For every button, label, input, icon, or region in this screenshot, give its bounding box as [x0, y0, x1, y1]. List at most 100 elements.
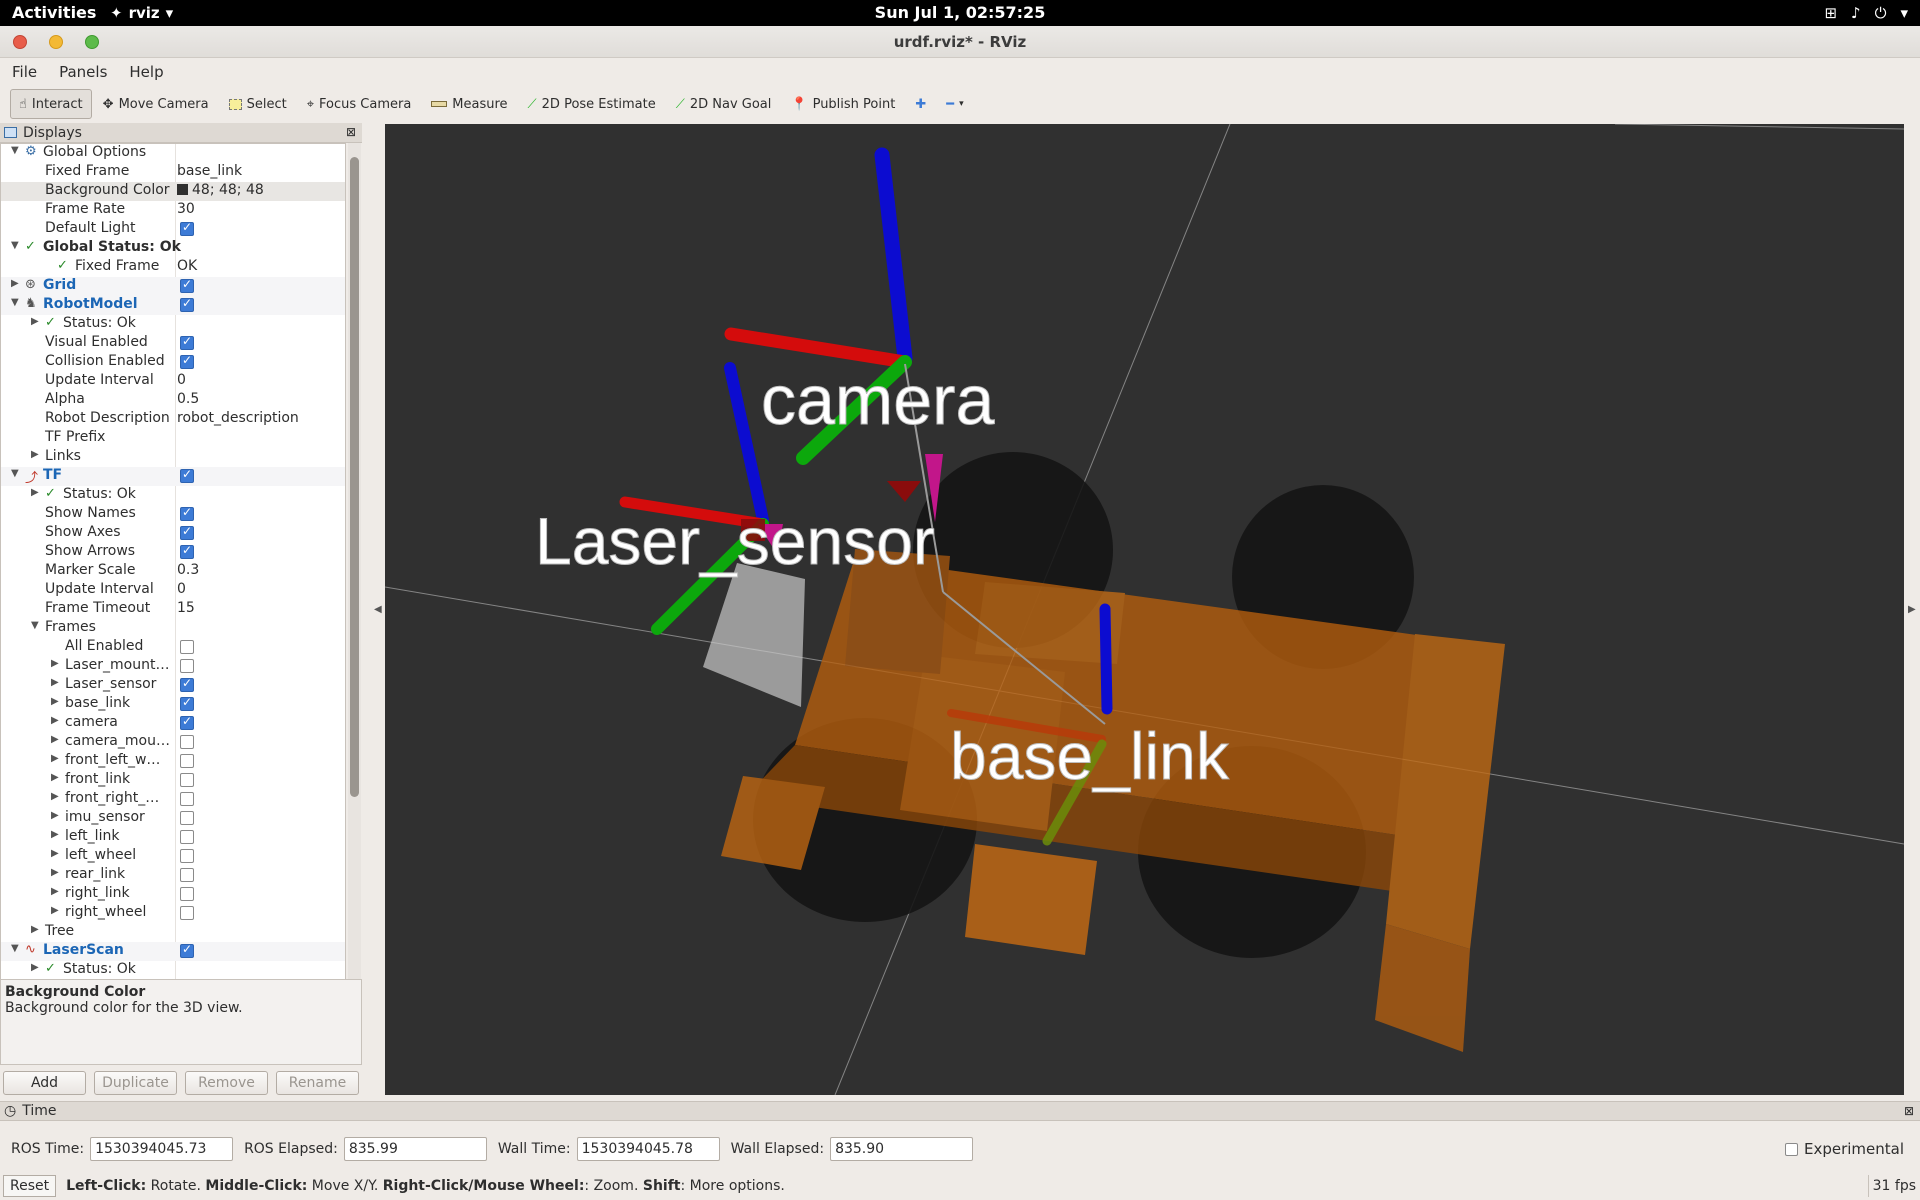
experimental-toggle[interactable]: Experimental: [1784, 1140, 1904, 1158]
frame-timeout-row[interactable]: Frame Timeout 15: [1, 600, 345, 619]
enable-checkbox[interactable]: [180, 811, 194, 825]
activities-button[interactable]: Activities: [12, 3, 96, 22]
enable-checkbox[interactable]: [180, 754, 194, 768]
enable-checkbox[interactable]: [180, 773, 194, 787]
tf-update-interval-row[interactable]: Update Interval 0: [1, 581, 345, 600]
expand-right-icon[interactable]: ▶: [51, 867, 59, 878]
frame-row[interactable]: ▶ imu_sensor: [1, 809, 345, 828]
global-options-row[interactable]: ▼ ⚙ Global Options: [1, 144, 345, 163]
close-panel-icon[interactable]: ⊠: [1904, 1104, 1914, 1118]
window-titlebar[interactable]: urdf.rviz* - RViz: [0, 26, 1920, 58]
frame-row[interactable]: ▶ right_wheel: [1, 904, 345, 923]
frame-row[interactable]: ▶ Laser_sensor: [1, 676, 345, 695]
enable-checkbox[interactable]: [180, 714, 194, 730]
menu-file[interactable]: File: [12, 63, 37, 81]
ros-elapsed-field[interactable]: 835.99: [343, 1137, 487, 1161]
color-swatch[interactable]: [177, 184, 188, 195]
enable-checkbox[interactable]: [180, 334, 194, 350]
enable-checkbox[interactable]: [180, 830, 194, 844]
all-enabled-row[interactable]: All Enabled: [1, 638, 345, 657]
frames-row[interactable]: ▼ Frames: [1, 619, 345, 638]
frame-row[interactable]: ▶ left_wheel: [1, 847, 345, 866]
enable-checkbox[interactable]: [180, 906, 194, 920]
property-value[interactable]: 15: [177, 600, 195, 616]
chevron-down-icon[interactable]: ▾: [1900, 4, 1908, 22]
expand-down-icon[interactable]: ▼: [11, 240, 19, 251]
fixed-frame-status-row[interactable]: ✓ Fixed Frame OK: [1, 258, 345, 277]
rename-display-button[interactable]: Rename: [276, 1071, 359, 1095]
wall-time-field[interactable]: 1530394045.78: [576, 1137, 720, 1161]
alpha-row[interactable]: Alpha 0.5: [1, 391, 345, 410]
frame-row[interactable]: ▶ rear_link: [1, 866, 345, 885]
frame-row[interactable]: ▶ camera_mou…: [1, 733, 345, 752]
close-panel-icon[interactable]: ⊠: [346, 125, 356, 139]
expand-right-icon[interactable]: ▶: [51, 905, 59, 916]
robotmodel-display-row[interactable]: ▼ ♞ RobotModel: [1, 296, 345, 315]
displays-tree[interactable]: ▼ ⚙ Global Options Fixed Frame base_link Back…: [0, 143, 346, 991]
scrollbar-thumb[interactable]: [350, 157, 359, 797]
enable-checkbox[interactable]: [180, 868, 194, 882]
collapse-left-panel-icon[interactable]: ◀: [374, 604, 382, 615]
default-light-row[interactable]: Default Light: [1, 220, 345, 239]
enable-checkbox[interactable]: [180, 676, 194, 692]
show-arrows-row[interactable]: Show Arrows: [1, 543, 345, 562]
select-tool-button[interactable]: Select: [220, 89, 296, 119]
frame-row[interactable]: ▶ right_link: [1, 885, 345, 904]
power-icon[interactable]: ⏻: [1875, 4, 1887, 22]
network-icon[interactable]: ⊞: [1824, 4, 1837, 22]
add-display-button[interactable]: Add: [3, 1071, 86, 1095]
enable-checkbox[interactable]: [180, 505, 194, 521]
expand-right-icon[interactable]: ▶: [31, 924, 39, 935]
enable-checkbox[interactable]: [180, 942, 194, 958]
measure-tool-button[interactable]: Measure: [422, 89, 516, 119]
enable-checkbox[interactable]: [180, 220, 194, 236]
update-interval-row[interactable]: Update Interval 0: [1, 372, 345, 391]
remove-display-button[interactable]: Remove: [185, 1071, 268, 1095]
enable-checkbox[interactable]: [180, 887, 194, 901]
expand-right-icon[interactable]: ▶: [51, 734, 59, 745]
expand-right-icon[interactable]: ▶: [51, 753, 59, 764]
add-tool-button[interactable]: ✚: [906, 89, 935, 119]
property-value[interactable]: 48; 48; 48: [177, 182, 264, 198]
enable-checkbox[interactable]: [180, 467, 194, 483]
fixed-frame-row[interactable]: Fixed Frame base_link: [1, 163, 345, 182]
frame-row[interactable]: ▶ left_link: [1, 828, 345, 847]
enable-checkbox[interactable]: [180, 695, 194, 711]
laserscan-display-row[interactable]: ▼ ∿ LaserScan: [1, 942, 345, 961]
show-axes-row[interactable]: Show Axes: [1, 524, 345, 543]
links-row[interactable]: ▶ Links: [1, 448, 345, 467]
expand-right-icon[interactable]: ▶: [51, 677, 59, 688]
robot-description-row[interactable]: Robot Description robot_description: [1, 410, 345, 429]
app-menu[interactable]: ✦ rviz ▾: [110, 4, 173, 22]
frame-row[interactable]: ▶ front_right_…: [1, 790, 345, 809]
expand-right-icon[interactable]: ▶: [51, 658, 59, 669]
expand-right-icon[interactable]: ▶: [51, 886, 59, 897]
global-status-row[interactable]: ▼ ✓ Global Status: Ok: [1, 239, 345, 258]
robotmodel-status-row[interactable]: ▶ ✓ Status: Ok: [1, 315, 345, 334]
frame-row[interactable]: ▶ Laser_mount…: [1, 657, 345, 676]
enable-checkbox[interactable]: [180, 296, 194, 312]
menu-panels[interactable]: Panels: [59, 63, 107, 81]
background-color-row[interactable]: Background Color 48; 48; 48: [1, 182, 345, 201]
experimental-checkbox[interactable]: [1784, 1142, 1798, 1156]
enable-checkbox[interactable]: [180, 849, 194, 863]
tf-prefix-row[interactable]: TF Prefix: [1, 429, 345, 448]
expand-right-icon[interactable]: ▶: [51, 715, 59, 726]
enable-checkbox[interactable]: [180, 735, 194, 749]
property-value[interactable]: robot_description: [177, 410, 299, 426]
property-value[interactable]: 0: [177, 581, 186, 597]
ros-time-field[interactable]: 1530394045.73: [90, 1137, 234, 1161]
expand-right-icon[interactable]: ▶: [31, 316, 39, 327]
show-names-row[interactable]: Show Names: [1, 505, 345, 524]
laserscan-status-row[interactable]: ▶ ✓ Status: Ok: [1, 961, 345, 980]
frame-row[interactable]: ▶ base_link: [1, 695, 345, 714]
tree-scrollbar[interactable]: [348, 143, 361, 991]
visual-enabled-row[interactable]: Visual Enabled: [1, 334, 345, 353]
tf-display-row[interactable]: ▼ ⤴ TF: [1, 467, 345, 486]
property-value[interactable]: 0.3: [177, 562, 199, 578]
enable-checkbox[interactable]: [180, 543, 194, 559]
property-value[interactable]: 0: [177, 372, 186, 388]
duplicate-display-button[interactable]: Duplicate: [94, 1071, 177, 1095]
expand-right-icon[interactable]: ▶: [31, 962, 39, 973]
property-value[interactable]: 0.5: [177, 391, 199, 407]
